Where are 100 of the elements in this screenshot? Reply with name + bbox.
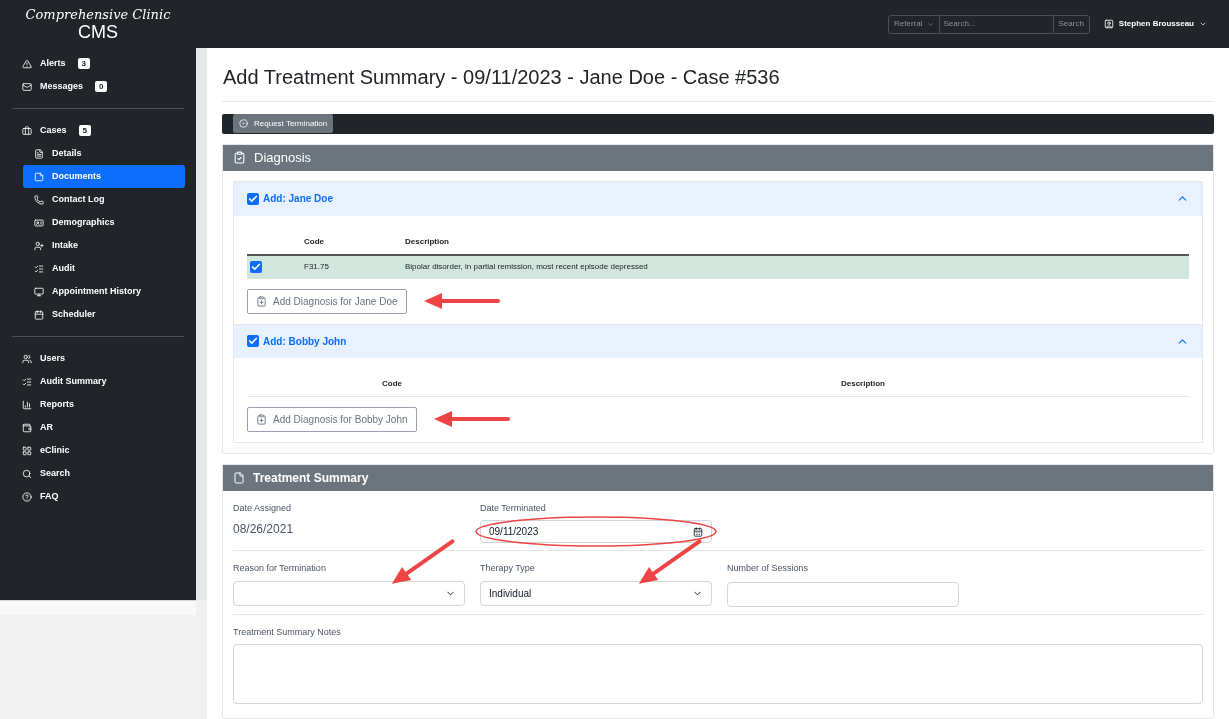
table-cell: Bipolar disorder, in partial remission, most recent episode depressed [405,262,648,271]
sidebar-label: Search [40,466,71,480]
logo: CMS [78,22,118,41]
sidebar-label: Documents [52,169,101,183]
field-label: Date Assigned [233,501,293,515]
sidebar-label: Contact Log [52,192,105,206]
calendar-icon [693,526,703,537]
note-icon [34,171,44,182]
wallet-icon [22,422,32,433]
notes-field[interactable] [233,644,1203,704]
id-card-icon [34,217,44,228]
envelope-icon [22,81,32,92]
users-icon [22,353,32,364]
select-field[interactable] [233,580,465,606]
sidebar-label: Details [52,146,82,160]
sidebar-label: Scheduler [52,307,96,321]
add-diagnosis-button[interactable]: Add Diagnosis for Bobby John [247,406,417,432]
checkbox[interactable] [247,192,259,205]
list-icon [22,376,32,387]
sidebar-item[interactable]: Alerts 3 [0,52,196,75]
sidebar-item[interactable]: FAQ [0,485,196,508]
column-header: Code [382,378,402,388]
calendar-icon [34,309,44,320]
referral-dropdown[interactable]: Referral [888,14,940,34]
count-badge: 0 [95,81,108,92]
user-icon [1103,19,1114,29]
caret-icon [926,20,934,28]
accordion-header[interactable]: Add: Jane Doe [234,181,1202,216]
sidebar-item[interactable]: Messages 0 [0,75,196,98]
sidebar-item[interactable]: Cases 5 [0,119,196,142]
sidebar-label: Messages [40,79,84,93]
sidebar-item[interactable]: Scheduler [23,303,185,326]
field-label: Treatment Summary Notes [233,625,342,639]
sidebar-label: Audit Summary [40,374,107,388]
field-label: Date Terminated [480,501,547,515]
sidebar-label: Users [40,351,66,365]
search-icon [22,468,32,479]
panel-title: Diagnosis [254,148,312,167]
field-label: Reason for Termination [233,562,327,575]
sidebar-label: Reports [40,397,74,411]
checkbox[interactable] [247,335,259,347]
sidebar-label: Intake [52,238,78,252]
caret-icon [1199,20,1207,28]
briefcase-icon [22,125,32,136]
sidebar-label: Cases [40,123,67,137]
sidebar-label: Appointment History [52,284,141,298]
sidebar-item[interactable]: eClinic [0,439,196,462]
sidebar-item[interactable]: Reports [0,393,196,416]
sidebar-item[interactable]: Audit Summary [0,370,196,393]
sidebar-label: Alerts [40,56,66,70]
monitor-icon [34,286,44,297]
search-field[interactable]: Search... [939,14,1053,34]
date-field[interactable]: 09/11/2023 [480,520,712,543]
table-row[interactable]: F31.75 Bipolar disorder, in partial remission, most recent episode depressed [247,255,1189,279]
clipboard-plus-icon [256,413,267,425]
field-value: 08/26/2021 [233,521,295,538]
count-badge: 3 [77,58,90,69]
clipboard-plus-icon [256,295,267,307]
sidebar-item[interactable]: Intake [23,234,185,257]
sidebar-item[interactable]: Search [0,462,196,485]
page-title: Add Treatment Summary - 09/11/2023 - Jane Doe - Case #536 [222,62,1214,102]
group-title: Add: Jane Doe [263,192,333,206]
checkbox[interactable] [250,261,262,273]
file-icon [34,148,44,159]
sidebar-label: Demographics [52,215,115,229]
panel-title: Treatment Summary [253,469,369,487]
field-label: Number of Sessions [727,562,810,575]
sidebar-item[interactable]: Appointment History [23,280,185,303]
sidebar-label: eClinic [40,443,70,457]
table-cell: F31.75 [304,262,329,271]
search-button[interactable]: Search [1052,14,1090,34]
select-field[interactable]: Individual [480,580,712,606]
text-field[interactable] [727,581,959,607]
count-badge: 5 [78,125,91,136]
grid-icon [22,445,32,456]
field-label: Therapy Type [480,562,536,575]
sidebar-label: Audit [52,261,75,275]
sidebar-item[interactable]: Details [23,142,185,165]
clipboard-icon [233,151,246,164]
user-menu[interactable]: Stephen Brousseau [1103,18,1207,30]
bar-chart-icon [22,399,32,410]
sidebar-item[interactable]: AR [0,416,196,439]
sidebar-item[interactable]: Demographics [23,211,185,234]
accordion-header[interactable]: Add: Bobby John [234,323,1202,358]
sidebar-label: FAQ [40,489,59,503]
user-icon [34,240,44,251]
request-termination-button[interactable]: Request Termination [233,114,334,134]
column-header: Description [841,378,885,388]
group-title: Add: Bobby John [263,334,347,349]
warning-icon [22,58,32,69]
circle-icon [239,119,248,129]
column-header: Code [304,236,324,246]
sidebar-item[interactable]: Audit [23,257,185,280]
column-header: Description [405,236,449,246]
add-diagnosis-button[interactable]: Add Diagnosis for Jane Doe [247,288,407,314]
sidebar-item[interactable]: Users [0,347,196,370]
sidebar-item[interactable]: Contact Log [23,188,185,211]
sidebar-item[interactable]: Documents [23,165,185,188]
list-icon [34,263,44,274]
phone-icon [34,194,44,205]
